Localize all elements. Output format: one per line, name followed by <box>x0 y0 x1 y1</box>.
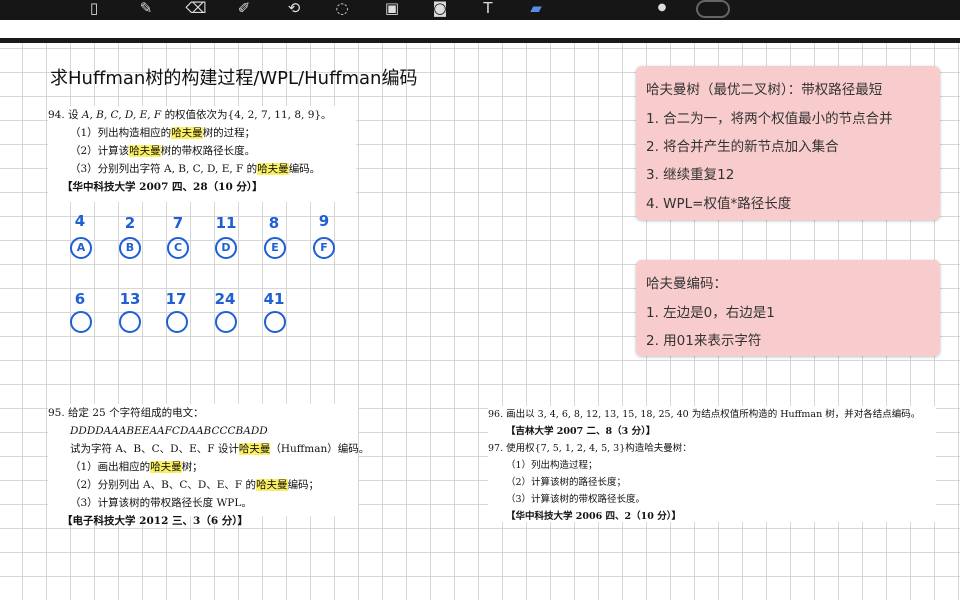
q95-part2: （2）分别列出 A、B、C、D、E、F 的 <box>70 479 257 491</box>
q95-message: DDDDAAABEEAAFCDAABCCCBADD <box>70 425 268 437</box>
question-96-97: 96. 画出以 3, 4, 6, 8, 12, 13, 15, 18, 25, … <box>488 406 936 522</box>
q94-part2-highlight: 哈夫曼 <box>129 145 161 157</box>
merged-node-1 <box>70 311 92 333</box>
merged-weight-3: 17 <box>165 290 187 308</box>
q94-vars: A, B, C, D, E, F <box>78 109 165 121</box>
note1-item-3: 3. 继续重复12 <box>646 167 735 183</box>
weight-a: 4 <box>74 212 86 230</box>
page-title: 求Huffman树的构建过程/WPL/Huffman编码 <box>50 68 418 89</box>
q96-stem: 96. 画出以 3, 4, 6, 8, 12, 13, 15, 18, 25, … <box>488 409 921 420</box>
lasso-icon[interactable]: ⟲ <box>282 0 306 18</box>
drawing-toolbar: ▯ ✎ ⌫ ✐ ⟲ ◌ ▣ ◙ T ▰ ● <box>0 0 960 20</box>
camera-icon[interactable]: ◙ <box>428 0 452 18</box>
note1-item-4: 4. WPL=权值*路径长度 <box>646 196 792 212</box>
weight-b: 2 <box>124 214 136 232</box>
note1-item-1: 1. 合二为一，将两个权值最小的节点合并 <box>646 111 893 127</box>
shapes-icon[interactable]: ◌ <box>330 0 354 18</box>
merged-weight-1: 6 <box>74 290 86 308</box>
q95-part1-end: 树； <box>181 461 203 473</box>
merged-node-2 <box>119 311 141 333</box>
question-94: 94. 设 A, B, C, D, E, F 的权值依次为{4, 2, 7, 1… <box>48 106 356 202</box>
q94-part1: （1）列出构造相应的 <box>70 127 172 139</box>
note1-heading: 哈夫曼树（最优二叉树）：带权路径最短 <box>646 82 883 98</box>
q95-part2-highlight: 哈夫曼 <box>256 479 288 491</box>
q94-part2-end: 树的带权路径长度。 <box>160 145 256 157</box>
q94-part3: （3）分别列出字符 A, B, C, D, E, F 的 <box>70 163 258 175</box>
weight-c: 7 <box>172 214 184 232</box>
node-c: C <box>167 237 189 259</box>
q95-part1: （1）画出相应的 <box>70 461 151 473</box>
q97-stem: 97. 使用权{7, 5, 1, 2, 4, 5, 3}构造哈夫曼树： <box>488 443 692 454</box>
merged-node-4 <box>215 311 237 333</box>
weight-f: 9 <box>318 212 330 230</box>
q94-part1-highlight: 哈夫曼 <box>171 127 203 139</box>
q95-stem: 95. 给定 25 个字符组成的电文： <box>48 407 204 419</box>
q95-task: 试为字符 A、B、C、D、E、F 设计 <box>70 443 239 455</box>
q94-part3-highlight: 哈夫曼 <box>257 163 289 175</box>
note2-heading: 哈夫曼编码： <box>646 276 727 292</box>
node-b: B <box>119 237 141 259</box>
weight-d: 11 <box>215 214 237 232</box>
merged-weight-4: 24 <box>214 290 236 308</box>
q97-source: 【华中科技大学 2006 四、2（10 分）】 <box>506 511 681 522</box>
node-d: D <box>215 237 237 259</box>
question-95: 95. 给定 25 个字符组成的电文： DDDDAAABEEAAFCDAABCC… <box>48 404 369 527</box>
ruler-icon[interactable]: ▰ <box>524 0 548 18</box>
text-icon[interactable]: T <box>476 0 500 18</box>
q94-weights: 的权值依次为{4, 2, 7, 11, 8, 9}。 <box>164 109 332 121</box>
dot-icon[interactable]: ● <box>650 0 674 18</box>
node-e: E <box>264 237 286 259</box>
note2-item-2: 2. 用01来表示字符 <box>646 333 762 349</box>
note-huffman-code[interactable]: 哈夫曼编码： 1. 左边是0，右边是1 2. 用01来表示字符 <box>636 260 940 356</box>
node-a: A <box>70 237 92 259</box>
eraser-icon[interactable]: ⌫ <box>184 0 208 18</box>
node-f: F <box>313 237 335 259</box>
note-huffman-tree[interactable]: 哈夫曼树（最优二叉树）：带权路径最短 1. 合二为一，将两个权值最小的节点合并 … <box>636 66 940 220</box>
pen-icon[interactable]: ✎ <box>134 0 158 18</box>
highlighter-icon[interactable]: ✐ <box>232 0 256 18</box>
q94-part1-end: 树的过程； <box>202 127 256 139</box>
q97-part1: （1）列出构造过程； <box>506 460 598 471</box>
merged-weight-5: 41 <box>263 290 285 308</box>
merged-node-5 <box>264 311 286 333</box>
image-icon[interactable]: ▣ <box>380 0 404 18</box>
q94-part3-end: 编码。 <box>288 163 321 175</box>
q95-source: 【电子科技大学 2012 三、3（6 分）】 <box>62 515 249 527</box>
q95-task-highlight: 哈夫曼 <box>238 443 271 455</box>
q94-source: 【华中科技大学 2007 四、28（10 分）】 <box>62 181 263 193</box>
color-picker-icon[interactable] <box>696 0 730 18</box>
q94-number: 94. 设 <box>48 109 79 121</box>
q95-part1-highlight: 哈夫曼 <box>150 461 182 473</box>
q94-part2: （2）计算该 <box>70 145 130 157</box>
merged-weight-2: 13 <box>119 290 141 308</box>
merged-node-3 <box>166 311 188 333</box>
note1-item-2: 2. 将合并产生的新节点加入集合 <box>646 139 839 155</box>
q95-part3: （3）计算该树的带权路径长度 WPL。 <box>70 497 252 509</box>
note2-item-1: 1. 左边是0，右边是1 <box>646 305 775 321</box>
q95-part2-end: 编码； <box>287 479 320 491</box>
weight-e: 8 <box>268 214 280 232</box>
q96-source: 【吉林大学 2007 二、8（3 分）】 <box>506 426 656 437</box>
q97-part3: （3）计算该树的带权路径长度。 <box>506 494 646 505</box>
q95-task-end: （Huffman）编码。 <box>270 443 370 455</box>
document-icon[interactable]: ▯ <box>82 0 106 18</box>
q97-part2: （2）计算该树的路径长度； <box>506 477 627 488</box>
